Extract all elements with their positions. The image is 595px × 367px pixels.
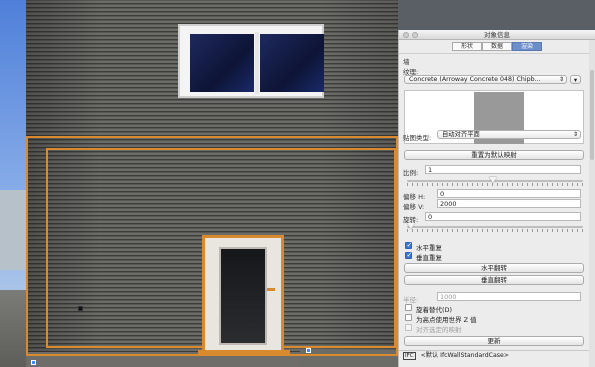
door-object[interactable] <box>202 235 284 353</box>
ifc-status-text: <默认 IfcWallStandardCase> <box>420 352 509 359</box>
panel-title: 对象信息 <box>484 31 510 39</box>
background-building <box>0 190 26 270</box>
door-sill <box>198 350 290 356</box>
update-button[interactable]: 更新 <box>404 336 584 346</box>
world-z-label: 为高点使用世界 Z 值 <box>416 316 477 324</box>
rotation-slider-track[interactable] <box>407 226 583 228</box>
align-selected-label: 对齐选定的映射 <box>416 326 462 334</box>
panel-tabs: 形状 数据 渲染 <box>399 40 595 54</box>
scrollbar-thumb[interactable] <box>590 70 594 160</box>
scale-field[interactable]: 1 <box>425 165 581 174</box>
rotation-slider-thumb[interactable] <box>407 223 415 229</box>
tab-render[interactable]: 渲染 <box>512 42 542 51</box>
window-pane-left <box>190 34 254 92</box>
selection-handle-icon[interactable] <box>31 360 36 365</box>
scale-slider-thumb[interactable] <box>489 177 497 183</box>
flip-h-button[interactable]: 水平翻转 <box>404 263 584 273</box>
repeat-v-label: 垂直重复 <box>416 254 442 262</box>
flip-v-button[interactable]: 垂直翻转 <box>404 275 584 285</box>
repeat-h-label: 水平重复 <box>416 244 442 252</box>
panel-titlebar: 对象信息 <box>399 30 595 40</box>
rotation-slider-ticks <box>407 229 583 232</box>
section-row: 墙 <box>399 54 595 66</box>
default-override-checkbox[interactable] <box>405 304 412 311</box>
door-glass <box>219 247 267 345</box>
repeat-v-checkbox[interactable] <box>405 251 412 259</box>
window-controls <box>403 32 418 38</box>
scale-slider-ticks <box>407 183 583 186</box>
texture-menu-button[interactable]: ▾ <box>570 75 581 84</box>
app-screen: 对象信息 形状 数据 渲染 墙 纹理: Concrete (Arroway Co… <box>0 0 595 367</box>
close-window-icon[interactable] <box>403 32 409 38</box>
radius-field: 1000 <box>437 292 581 301</box>
align-selected-checkbox <box>405 324 412 331</box>
window-object[interactable] <box>178 24 324 98</box>
default-override-label: 旋着替代(D) <box>416 306 453 314</box>
world-z-checkbox[interactable] <box>405 314 412 321</box>
ifc-badge: IFC <box>403 352 416 360</box>
select-arrows-icon: ⇕ <box>572 131 578 138</box>
chevron-down-icon: ▾ <box>573 76 578 84</box>
window-mullion <box>255 32 259 94</box>
reference-point-icon[interactable] <box>78 306 83 311</box>
texture-select[interactable]: Concrete (Arroway Concrete 048) Chipb...… <box>404 75 567 84</box>
reset-mapping-button[interactable]: 重置为默认映射 <box>404 150 584 160</box>
mapping-select[interactable]: 自动对齐平面 ⇕ <box>437 130 581 139</box>
window-pane-right <box>260 34 324 92</box>
tab-data[interactable]: 数据 <box>482 42 512 51</box>
offset-h-label: 偏移 H: <box>403 193 426 201</box>
tab-shape[interactable]: 形状 <box>452 42 482 51</box>
offset-v-field[interactable]: 2000 <box>437 199 581 208</box>
3d-viewport[interactable] <box>0 0 398 367</box>
mapping-label: 贴图类型: <box>403 134 432 142</box>
object-info-panel: 对象信息 形状 数据 渲染 墙 纹理: Concrete (Arroway Co… <box>398 30 595 367</box>
mapping-select-value: 自动对齐平面 <box>442 131 480 138</box>
texture-select-value: Concrete (Arroway Concrete 048) Chipb... <box>409 76 541 83</box>
selection-handle-icon[interactable] <box>306 348 311 353</box>
rotation-field[interactable]: 0 <box>425 212 581 221</box>
repeat-h-checkbox[interactable] <box>405 241 412 249</box>
radius-label: 半径: <box>403 296 419 304</box>
minimize-window-icon[interactable] <box>412 32 418 38</box>
panel-scrollbar[interactable] <box>589 40 595 367</box>
select-arrows-icon: ⇕ <box>558 76 564 83</box>
scale-label: 比例: <box>403 169 419 177</box>
texture-label-row: 纹理: <box>399 65 595 76</box>
offset-v-label: 偏移 V: <box>403 203 425 211</box>
status-bar: IFC <默认 IfcWallStandardCase> <box>399 350 595 360</box>
door-handle <box>267 288 275 291</box>
offset-h-field[interactable]: 0 <box>437 189 581 198</box>
